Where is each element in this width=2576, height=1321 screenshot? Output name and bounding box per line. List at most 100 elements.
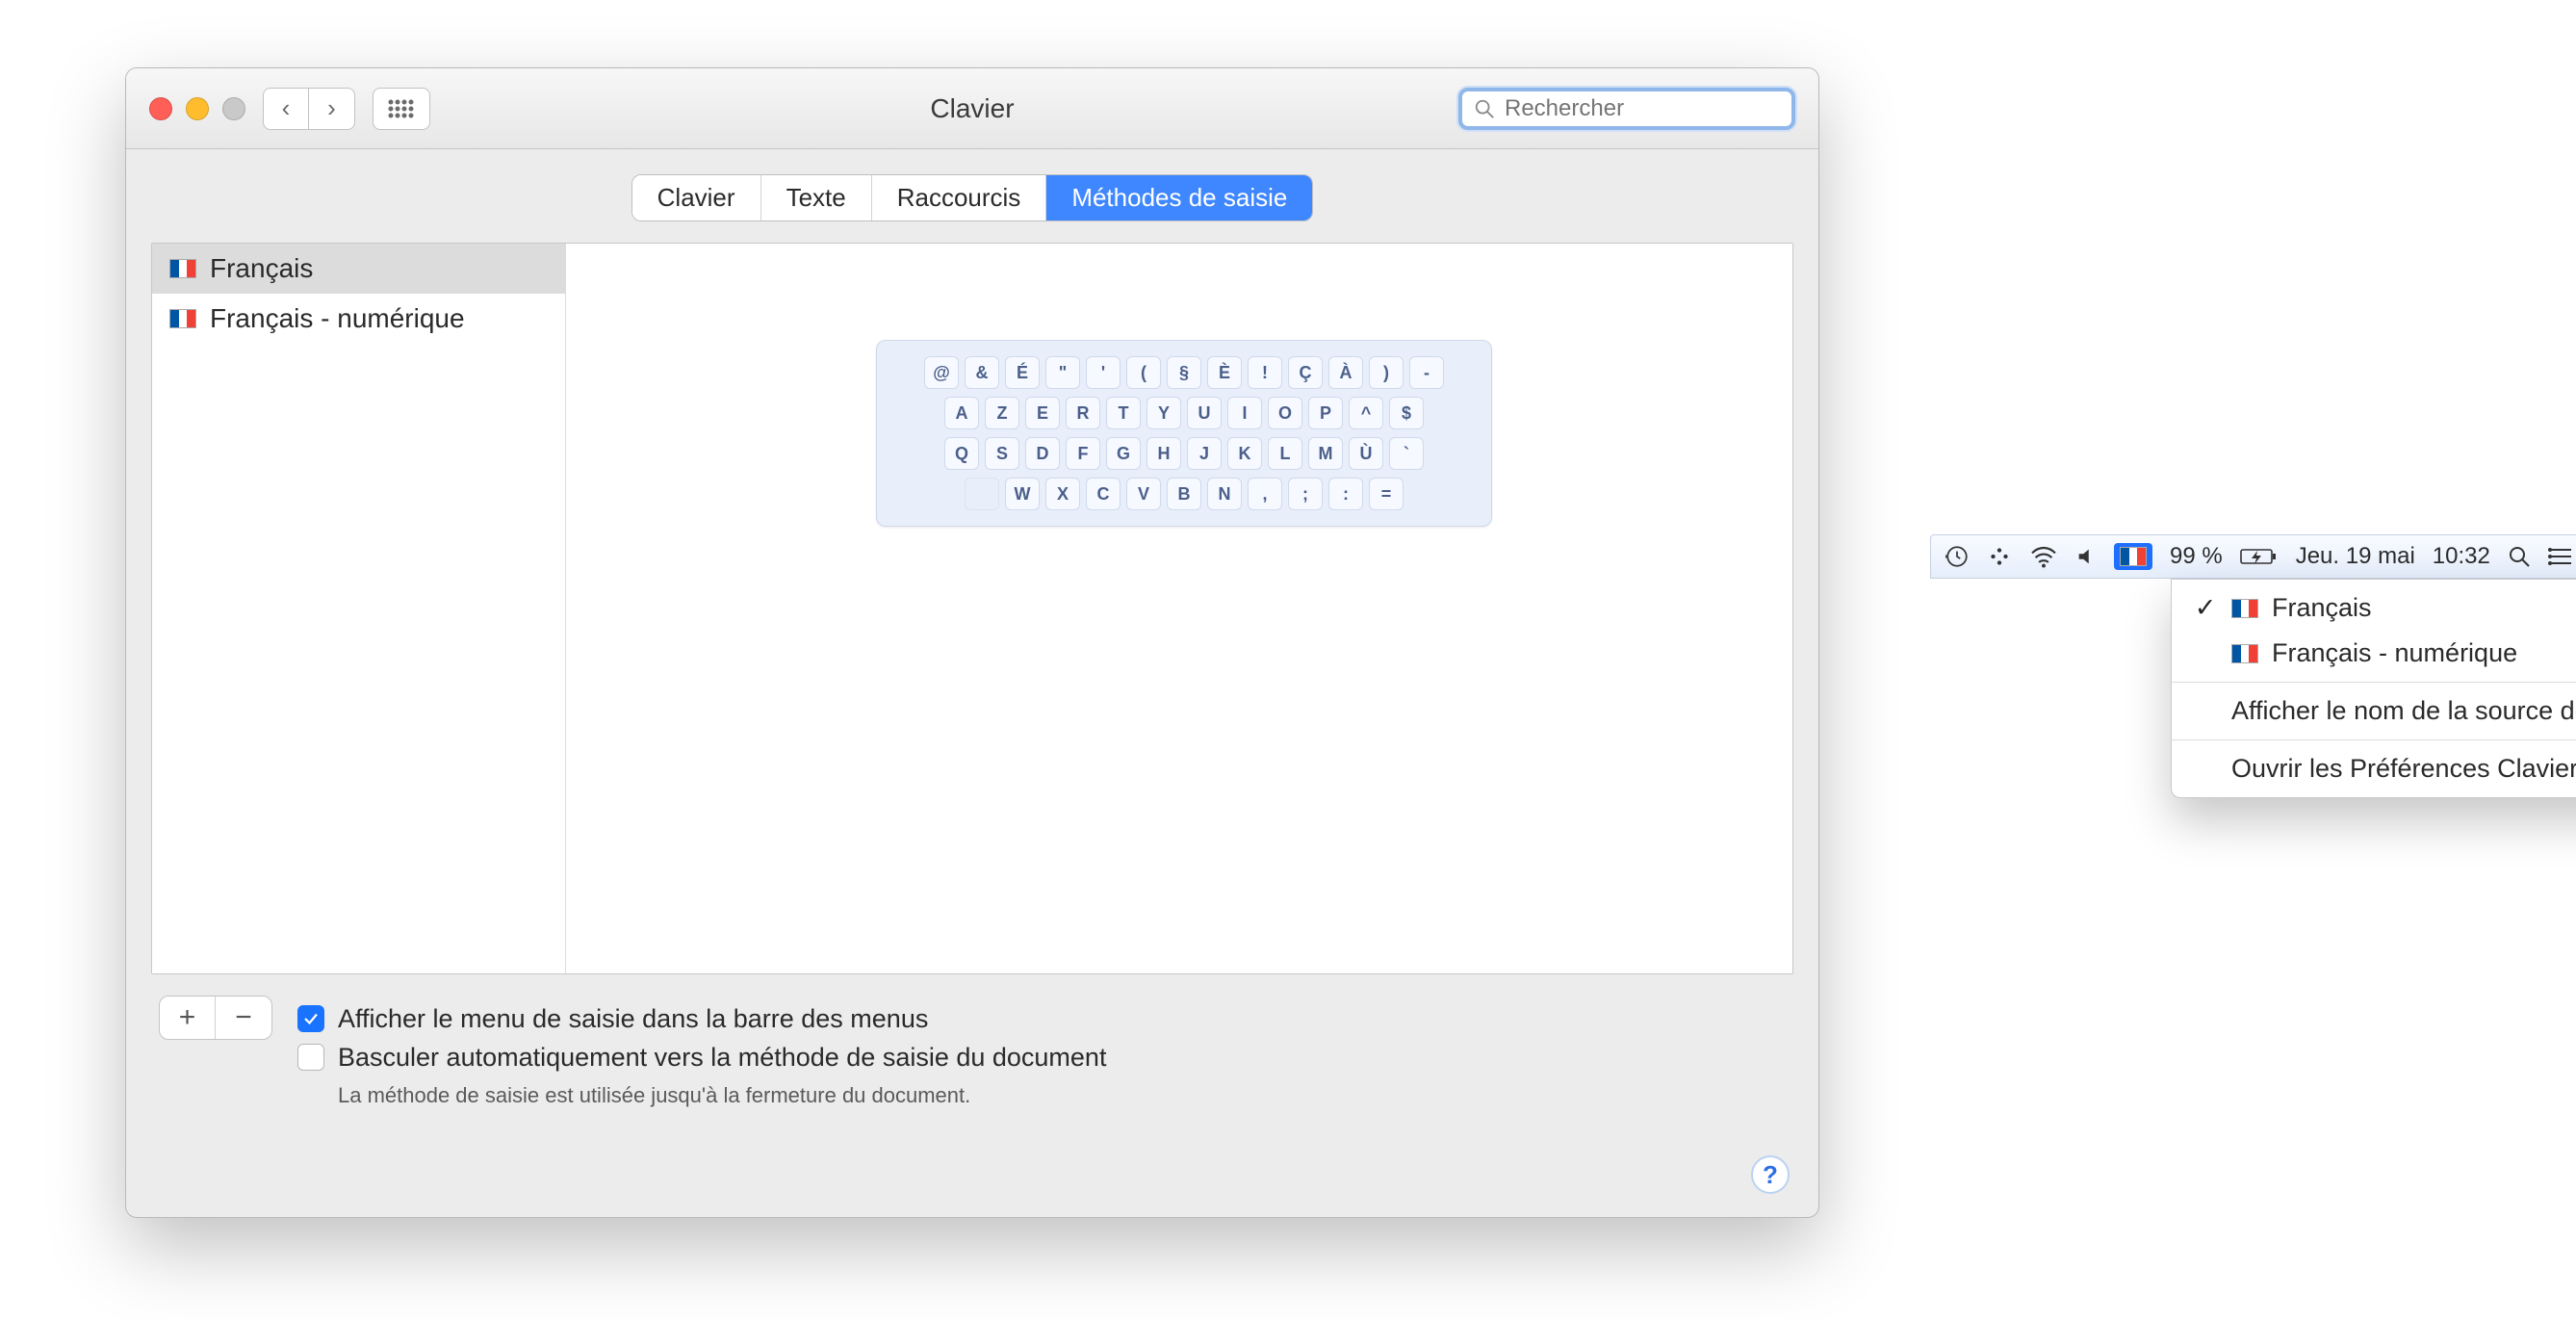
- keyboard-key: $: [1389, 397, 1424, 429]
- dropdown-separator: [2172, 739, 2576, 740]
- option-show-input-menu[interactable]: Afficher le menu de saisie dans la barre…: [297, 999, 1786, 1038]
- france-flag-icon: [2120, 547, 2147, 566]
- close-window-button[interactable]: [149, 97, 172, 120]
- keyboard-key: &: [965, 356, 999, 389]
- help-button[interactable]: ?: [1751, 1155, 1790, 1194]
- keyboard-key: Ç: [1288, 356, 1323, 389]
- keyboard-key: N: [1207, 478, 1242, 510]
- keyboard-key: À: [1328, 356, 1363, 389]
- option-auto-switch-sub-label: La méthode de saisie est utilisée jusqu'…: [297, 1076, 970, 1115]
- option-auto-switch-label: Basculer automatiquement vers la méthode…: [338, 1038, 1106, 1076]
- keyboard-key: ': [1086, 356, 1121, 389]
- spotlight-icon[interactable]: [2508, 545, 2531, 568]
- keyboard-preview: @&É"'(§È!ÇÀ)-AZERTYUIOP^$QSDFGHJKLMÙ`WXC…: [576, 244, 1792, 973]
- keyboard-key: ": [1045, 356, 1080, 389]
- keyboard-key: (: [1126, 356, 1161, 389]
- footer-row: + − Afficher le menu de saisie dans la b…: [151, 974, 1793, 1123]
- tab-m-thodes-de-saisie[interactable]: Méthodes de saisie: [1046, 175, 1312, 220]
- menubar-time[interactable]: 10:32: [2433, 543, 2490, 570]
- input-source-dropdown: ✓FrançaisFrançais - numérique Afficher le…: [2171, 579, 2576, 798]
- search-field[interactable]: [1458, 88, 1795, 130]
- grid-icon: [387, 98, 416, 119]
- keyboard-key: A: [944, 397, 979, 429]
- keyboard-key: V: [1126, 478, 1161, 510]
- keyboard-key: =: [1369, 478, 1404, 510]
- dropdown-action-item[interactable]: Ouvrir les Préférences Clavier…: [2172, 746, 2576, 791]
- dropdown-input-source-item[interactable]: Français - numérique: [2172, 631, 2576, 676]
- keyboard-key: H: [1146, 437, 1181, 470]
- input-source-label: Français: [210, 253, 313, 284]
- keyboard-key: C: [1086, 478, 1121, 510]
- window-traffic-lights: [149, 97, 245, 120]
- zoom-window-button[interactable]: [222, 97, 245, 120]
- tab-texte[interactable]: Texte: [761, 175, 872, 220]
- keyboard-row: @&É"'(§È!ÇÀ)-: [894, 356, 1474, 389]
- input-source-item[interactable]: Français: [152, 244, 565, 294]
- keyboard-key: É: [1005, 356, 1040, 389]
- titlebar: ‹ › Clavier: [126, 68, 1818, 149]
- keyboard-key: Q: [944, 437, 979, 470]
- keyboard-key: ;: [1288, 478, 1323, 510]
- dropdown-input-source-item[interactable]: ✓Français: [2172, 585, 2576, 631]
- dropdown-separator: [2172, 682, 2576, 683]
- keyboard-key: Z: [985, 397, 1019, 429]
- tab-raccourcis[interactable]: Raccourcis: [872, 175, 1047, 220]
- dropdown-action-item[interactable]: Afficher le nom de la source de saisie: [2172, 688, 2576, 734]
- keyboard-row: AZERTYUIOP^$: [894, 397, 1474, 429]
- france-flag-icon: [169, 259, 196, 278]
- input-source-menubar-item[interactable]: [2114, 543, 2152, 570]
- checkbox-show-input-menu[interactable]: [297, 1005, 324, 1032]
- input-source-label: Français - numérique: [210, 303, 465, 334]
- keyboard-key: O: [1268, 397, 1302, 429]
- keyboard-key: X: [1045, 478, 1080, 510]
- keyboard-key: D: [1025, 437, 1060, 470]
- search-input[interactable]: [1505, 95, 1780, 122]
- keyboard-key: L: [1268, 437, 1302, 470]
- input-sources-list: Français Français - numérique: [152, 244, 566, 973]
- add-input-source-button[interactable]: +: [160, 997, 216, 1039]
- keyboard-key: M: [1308, 437, 1343, 470]
- volume-icon[interactable]: [2075, 546, 2097, 567]
- battery-icon[interactable]: [2240, 547, 2279, 566]
- battery-percent: 99 %: [2170, 543, 2223, 570]
- forward-button[interactable]: ›: [309, 88, 355, 130]
- notification-center-icon[interactable]: [2548, 546, 2573, 567]
- add-remove-segmented: + −: [159, 996, 272, 1040]
- search-icon: [1474, 98, 1495, 119]
- keyboard-key: R: [1066, 397, 1100, 429]
- keyboard-key: W: [1005, 478, 1040, 510]
- option-auto-switch[interactable]: Basculer automatiquement vers la méthode…: [297, 1038, 1786, 1076]
- keyboard-key: [965, 478, 999, 510]
- keyboard-key: Y: [1146, 397, 1181, 429]
- keyboard-key: :: [1328, 478, 1363, 510]
- menubar: 99 % Jeu. 19 mai 10:32: [1930, 534, 2576, 579]
- show-all-button[interactable]: [373, 88, 430, 130]
- keyboard-key: !: [1248, 356, 1282, 389]
- keyboard-key: ): [1369, 356, 1404, 389]
- keyboard-key: T: [1106, 397, 1141, 429]
- dropdown-item-label: Français: [2272, 593, 2372, 623]
- remove-input-source-button[interactable]: −: [216, 997, 271, 1039]
- keyboard-key: È: [1207, 356, 1242, 389]
- minimize-window-button[interactable]: [186, 97, 209, 120]
- input-sources-panel: Français Français - numérique @&É"'(§È!ÇÀ…: [151, 243, 1793, 974]
- options: Afficher le menu de saisie dans la barre…: [297, 996, 1786, 1115]
- keyboard-key: B: [1167, 478, 1201, 510]
- back-button[interactable]: ‹: [263, 88, 309, 130]
- option-auto-switch-sub: La méthode de saisie est utilisée jusqu'…: [297, 1076, 1786, 1115]
- keyboard-key: E: [1025, 397, 1060, 429]
- input-source-item[interactable]: Français - numérique: [152, 294, 565, 344]
- wifi-icon[interactable]: [2029, 545, 2058, 568]
- tab-clavier[interactable]: Clavier: [632, 175, 761, 220]
- keyboard-key: P: [1308, 397, 1343, 429]
- keyboard-key: @: [924, 356, 959, 389]
- checkbox-auto-switch[interactable]: [297, 1044, 324, 1071]
- france-flag-icon: [169, 309, 196, 328]
- time-machine-icon[interactable]: [1945, 544, 1970, 569]
- keyboard-key: Ù: [1349, 437, 1383, 470]
- france-flag-icon: [2231, 644, 2258, 663]
- airdrop-icon[interactable]: [1987, 544, 2012, 569]
- menubar-date[interactable]: Jeu. 19 mai: [2296, 543, 2415, 570]
- keyboard-key: F: [1066, 437, 1100, 470]
- nav-buttons: ‹ ›: [263, 88, 355, 130]
